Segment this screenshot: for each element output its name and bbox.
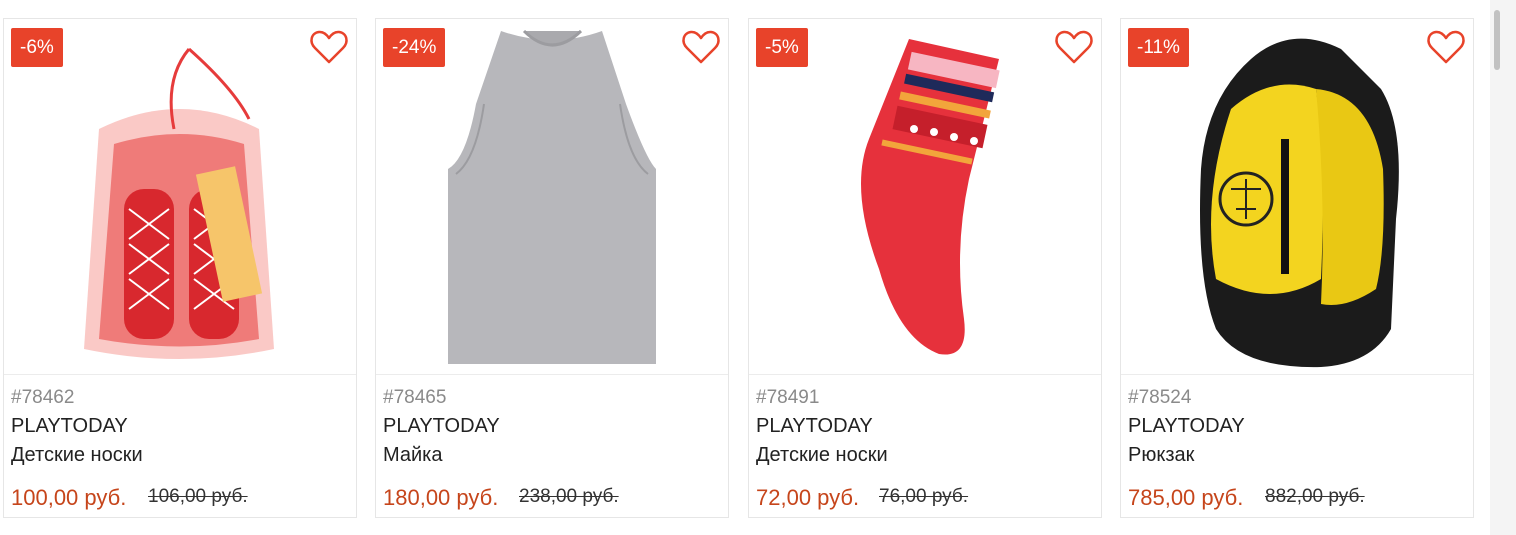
heart-icon[interactable] xyxy=(309,28,349,66)
product-brand[interactable]: PLAYTODAY xyxy=(1128,415,1245,438)
gift-bag-socks-image xyxy=(84,47,274,359)
product-name[interactable]: Детские носки xyxy=(11,444,143,467)
product-old-price: 106,00 руб. xyxy=(148,486,248,507)
discount-badge: -11% xyxy=(1128,28,1189,67)
heart-icon[interactable] xyxy=(1426,28,1466,66)
scrollbar[interactable] xyxy=(1490,0,1516,535)
product-media[interactable]: -24% xyxy=(376,19,728,375)
product-sku: #78491 xyxy=(756,387,820,408)
product-price: 100,00 руб. xyxy=(11,485,127,510)
product-media[interactable]: -11% xyxy=(1121,19,1473,375)
red-sock-image xyxy=(861,39,1000,355)
product-sku: #78524 xyxy=(1128,387,1192,408)
product-old-price: 882,00 руб. xyxy=(1265,486,1365,507)
product-sku: #78465 xyxy=(383,387,447,408)
product-grid: -6% #78462 PLAYTODAY Детские носки 100,0… xyxy=(0,0,1490,535)
backpack-image xyxy=(1200,38,1399,368)
product-card[interactable]: -5% #78491 PLAYTODAY Детские носки 72,00… xyxy=(748,18,1102,518)
product-brand[interactable]: PLAYTODAY xyxy=(383,415,500,438)
product-card[interactable]: -24% #78465 PLAYTODAY Майка 180,00 руб. … xyxy=(375,18,729,518)
product-name[interactable]: Майка xyxy=(383,444,443,467)
product-name[interactable]: Рюкзак xyxy=(1128,444,1194,467)
discount-badge: -6% xyxy=(11,28,63,67)
product-brand[interactable]: PLAYTODAY xyxy=(756,415,873,438)
scrollbar-thumb[interactable] xyxy=(1494,10,1500,70)
heart-icon[interactable] xyxy=(681,28,721,66)
product-price: 72,00 руб. xyxy=(756,485,860,510)
product-old-price: 238,00 руб. xyxy=(519,486,619,507)
product-card[interactable]: -6% #78462 PLAYTODAY Детские носки 100,0… xyxy=(3,18,357,518)
product-card[interactable]: -11% #78524 PLAYTODAY Рюкзак 785,00 руб.… xyxy=(1120,18,1474,518)
product-price: 180,00 руб. xyxy=(383,485,499,510)
heart-icon[interactable] xyxy=(1054,28,1094,66)
product-old-price: 76,00 руб. xyxy=(879,486,969,507)
product-brand[interactable]: PLAYTODAY xyxy=(11,415,128,438)
product-sku: #78462 xyxy=(11,387,75,408)
product-media[interactable]: -5% xyxy=(749,19,1101,375)
product-name[interactable]: Детские носки xyxy=(756,444,888,467)
product-price: 785,00 руб. xyxy=(1128,485,1244,510)
discount-badge: -24% xyxy=(383,28,446,67)
product-media[interactable]: -6% xyxy=(4,19,356,375)
discount-badge: -5% xyxy=(756,28,808,67)
tank-top-image xyxy=(448,29,656,364)
